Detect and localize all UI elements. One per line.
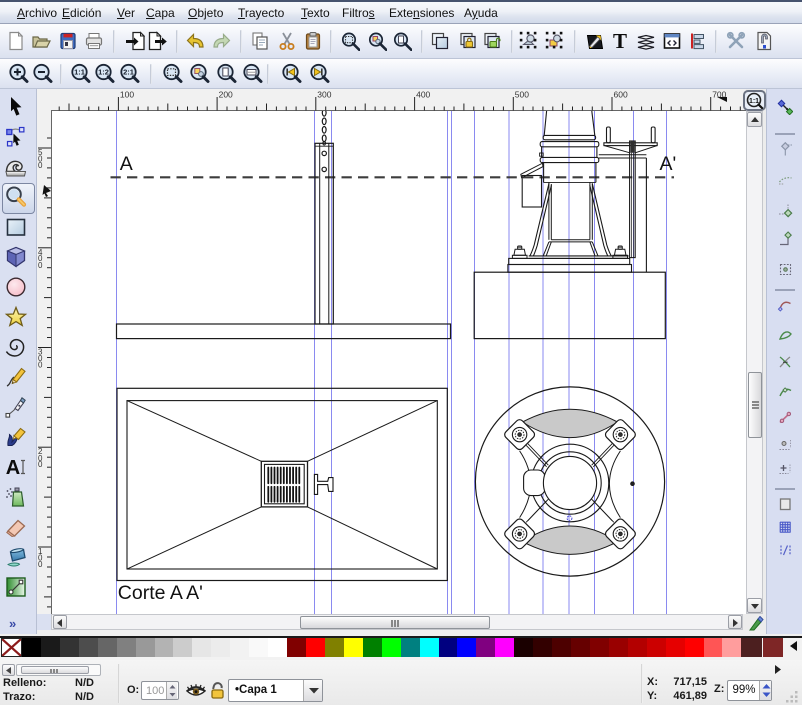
svg-text:T: T [612, 31, 626, 51]
svg-text:0: 0 [38, 161, 43, 170]
svg-text:0: 0 [38, 361, 43, 370]
svg-text:A: A [120, 153, 133, 175]
svg-text:A: A [6, 457, 20, 479]
svg-text:Corte A A': Corte A A' [118, 582, 203, 604]
svg-text:0: 0 [38, 261, 43, 270]
svg-text:1:1: 1:1 [749, 98, 759, 105]
svg-text:1:2: 1:2 [98, 68, 109, 77]
svg-text:100: 100 [120, 90, 134, 100]
svg-text:0: 0 [38, 460, 43, 469]
svg-text:300: 300 [317, 90, 331, 100]
svg-text:600: 600 [614, 90, 628, 100]
svg-text:A': A' [660, 153, 677, 175]
svg-text:2:1: 2:1 [123, 68, 134, 77]
svg-text:500: 500 [515, 90, 529, 100]
svg-text:1:1: 1:1 [74, 68, 85, 77]
svg-text:400: 400 [416, 90, 430, 100]
svg-text:0: 0 [38, 560, 43, 569]
svg-text:200: 200 [219, 90, 233, 100]
